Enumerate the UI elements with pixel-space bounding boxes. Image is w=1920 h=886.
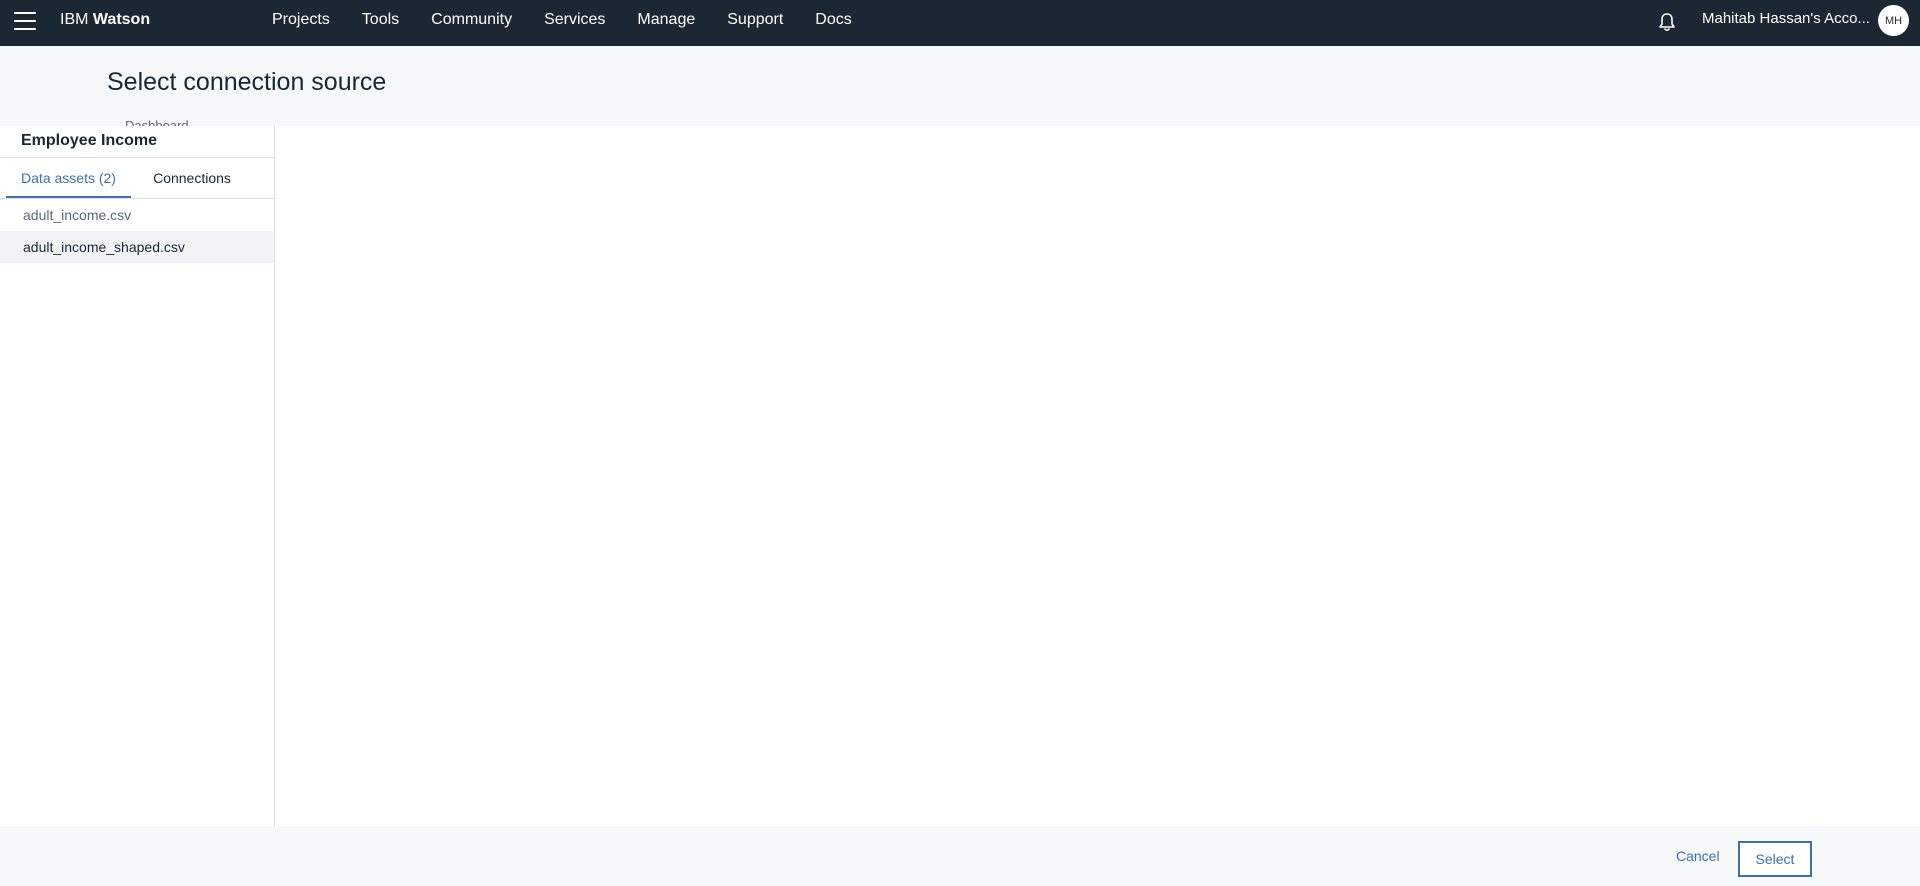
- brand-prefix: IBM: [60, 11, 89, 28]
- account-switcher[interactable]: Mahitab Hassan's Acco...: [1702, 10, 1870, 27]
- page-header: Select connection source Dashboard: [0, 46, 1920, 126]
- main-nav: Projects Tools Community Services Manage…: [256, 0, 868, 40]
- nav-item-projects[interactable]: Projects: [256, 0, 346, 40]
- tab-data-assets[interactable]: Data assets (2): [6, 158, 131, 198]
- source-browser-panel: Employee Income Data assets (2) Connecti…: [0, 126, 275, 826]
- list-item-selected[interactable]: adult_income_shaped.csv: [0, 231, 274, 263]
- cancel-button[interactable]: Cancel: [1666, 840, 1730, 872]
- preview-area: [276, 126, 1920, 826]
- nav-item-manage[interactable]: Manage: [621, 0, 711, 40]
- tab-connections[interactable]: Connections: [132, 158, 252, 198]
- avatar[interactable]: MH: [1878, 5, 1909, 36]
- project-name: Employee Income: [21, 132, 158, 149]
- select-button[interactable]: Select: [1738, 841, 1812, 877]
- nav-item-support[interactable]: Support: [711, 0, 799, 40]
- top-navigation-bar: IBM Watson Projects Tools Community Serv…: [0, 0, 1920, 46]
- partially-hidden-label: Dashboard: [125, 119, 189, 126]
- nav-item-tools[interactable]: Tools: [346, 0, 415, 40]
- menu-icon[interactable]: [14, 12, 36, 30]
- nav-item-community[interactable]: Community: [415, 0, 528, 40]
- brand-logo[interactable]: IBM Watson: [60, 10, 150, 30]
- dialog-footer: Cancel Select: [0, 826, 1920, 886]
- data-asset-list: adult_income.csv adult_income_shaped.csv: [0, 199, 274, 263]
- nav-item-services[interactable]: Services: [528, 0, 621, 40]
- bell-icon[interactable]: [1656, 11, 1678, 33]
- nav-item-docs[interactable]: Docs: [799, 0, 867, 40]
- page-title: Select connection source: [107, 68, 387, 96]
- source-tabs: Data assets (2) Connections: [0, 157, 275, 199]
- brand-name: Watson: [92, 11, 151, 28]
- list-item[interactable]: adult_income.csv: [0, 199, 274, 231]
